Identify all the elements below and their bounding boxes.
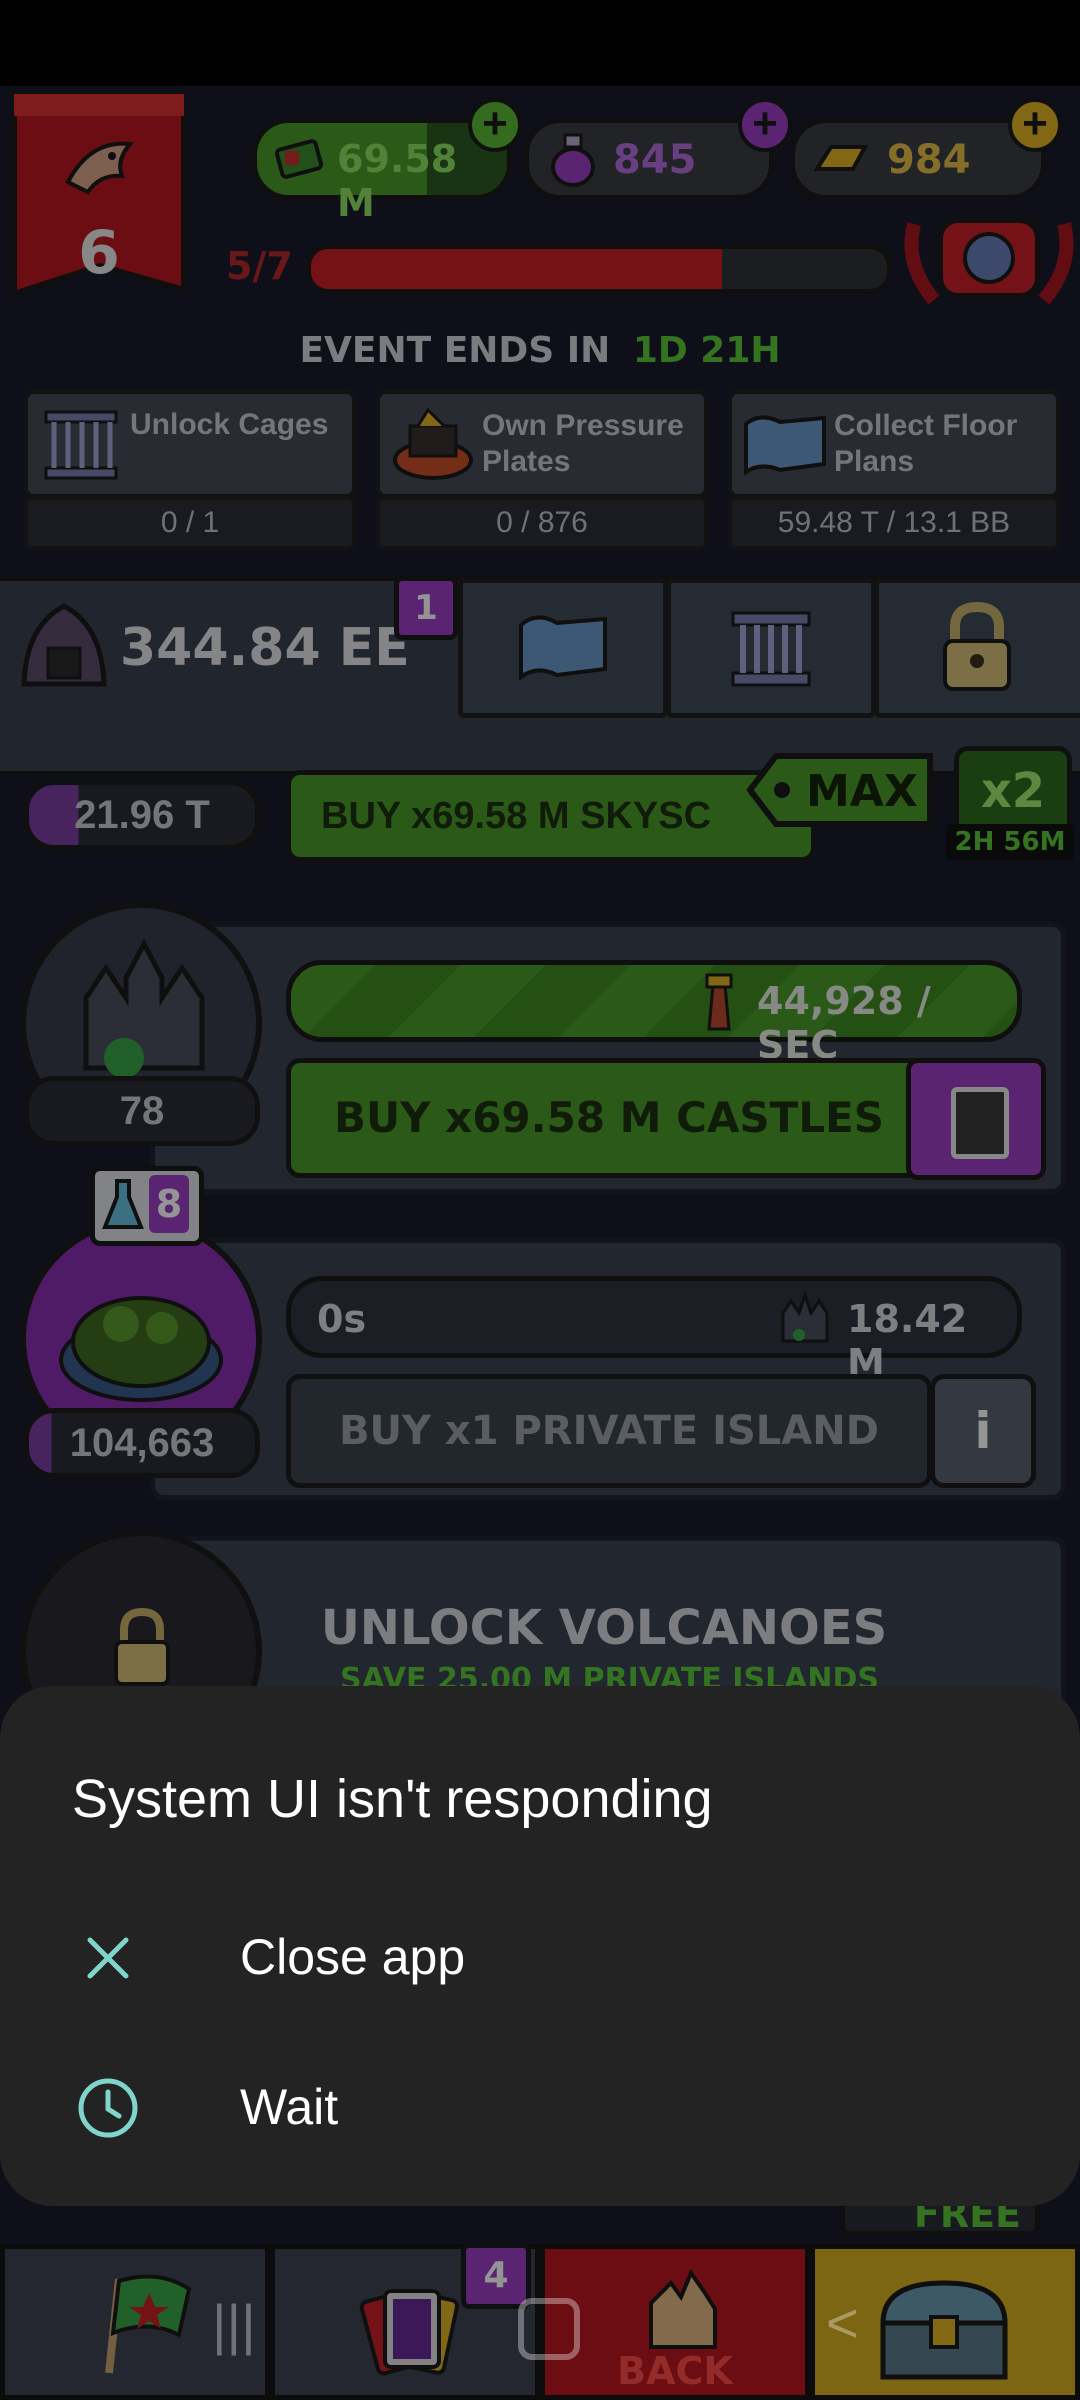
back-nav-icon[interactable]: <	[826, 2290, 859, 2355]
dialog-title: System UI isn't responding	[72, 1769, 713, 1829]
system-dialog: System UI isn't responding Close app Wai…	[0, 1686, 1080, 2206]
close-app-label: Close app	[240, 1929, 466, 1985]
clock-icon	[72, 2072, 144, 2144]
home-icon[interactable]	[518, 2298, 580, 2360]
wait-option[interactable]: Wait	[0, 2036, 1080, 2186]
close-app-option[interactable]: Close app	[0, 1886, 1080, 2036]
wait-label: Wait	[240, 2079, 339, 2135]
close-icon	[72, 1922, 144, 1994]
recent-apps-icon[interactable]: |||	[212, 2292, 256, 2357]
